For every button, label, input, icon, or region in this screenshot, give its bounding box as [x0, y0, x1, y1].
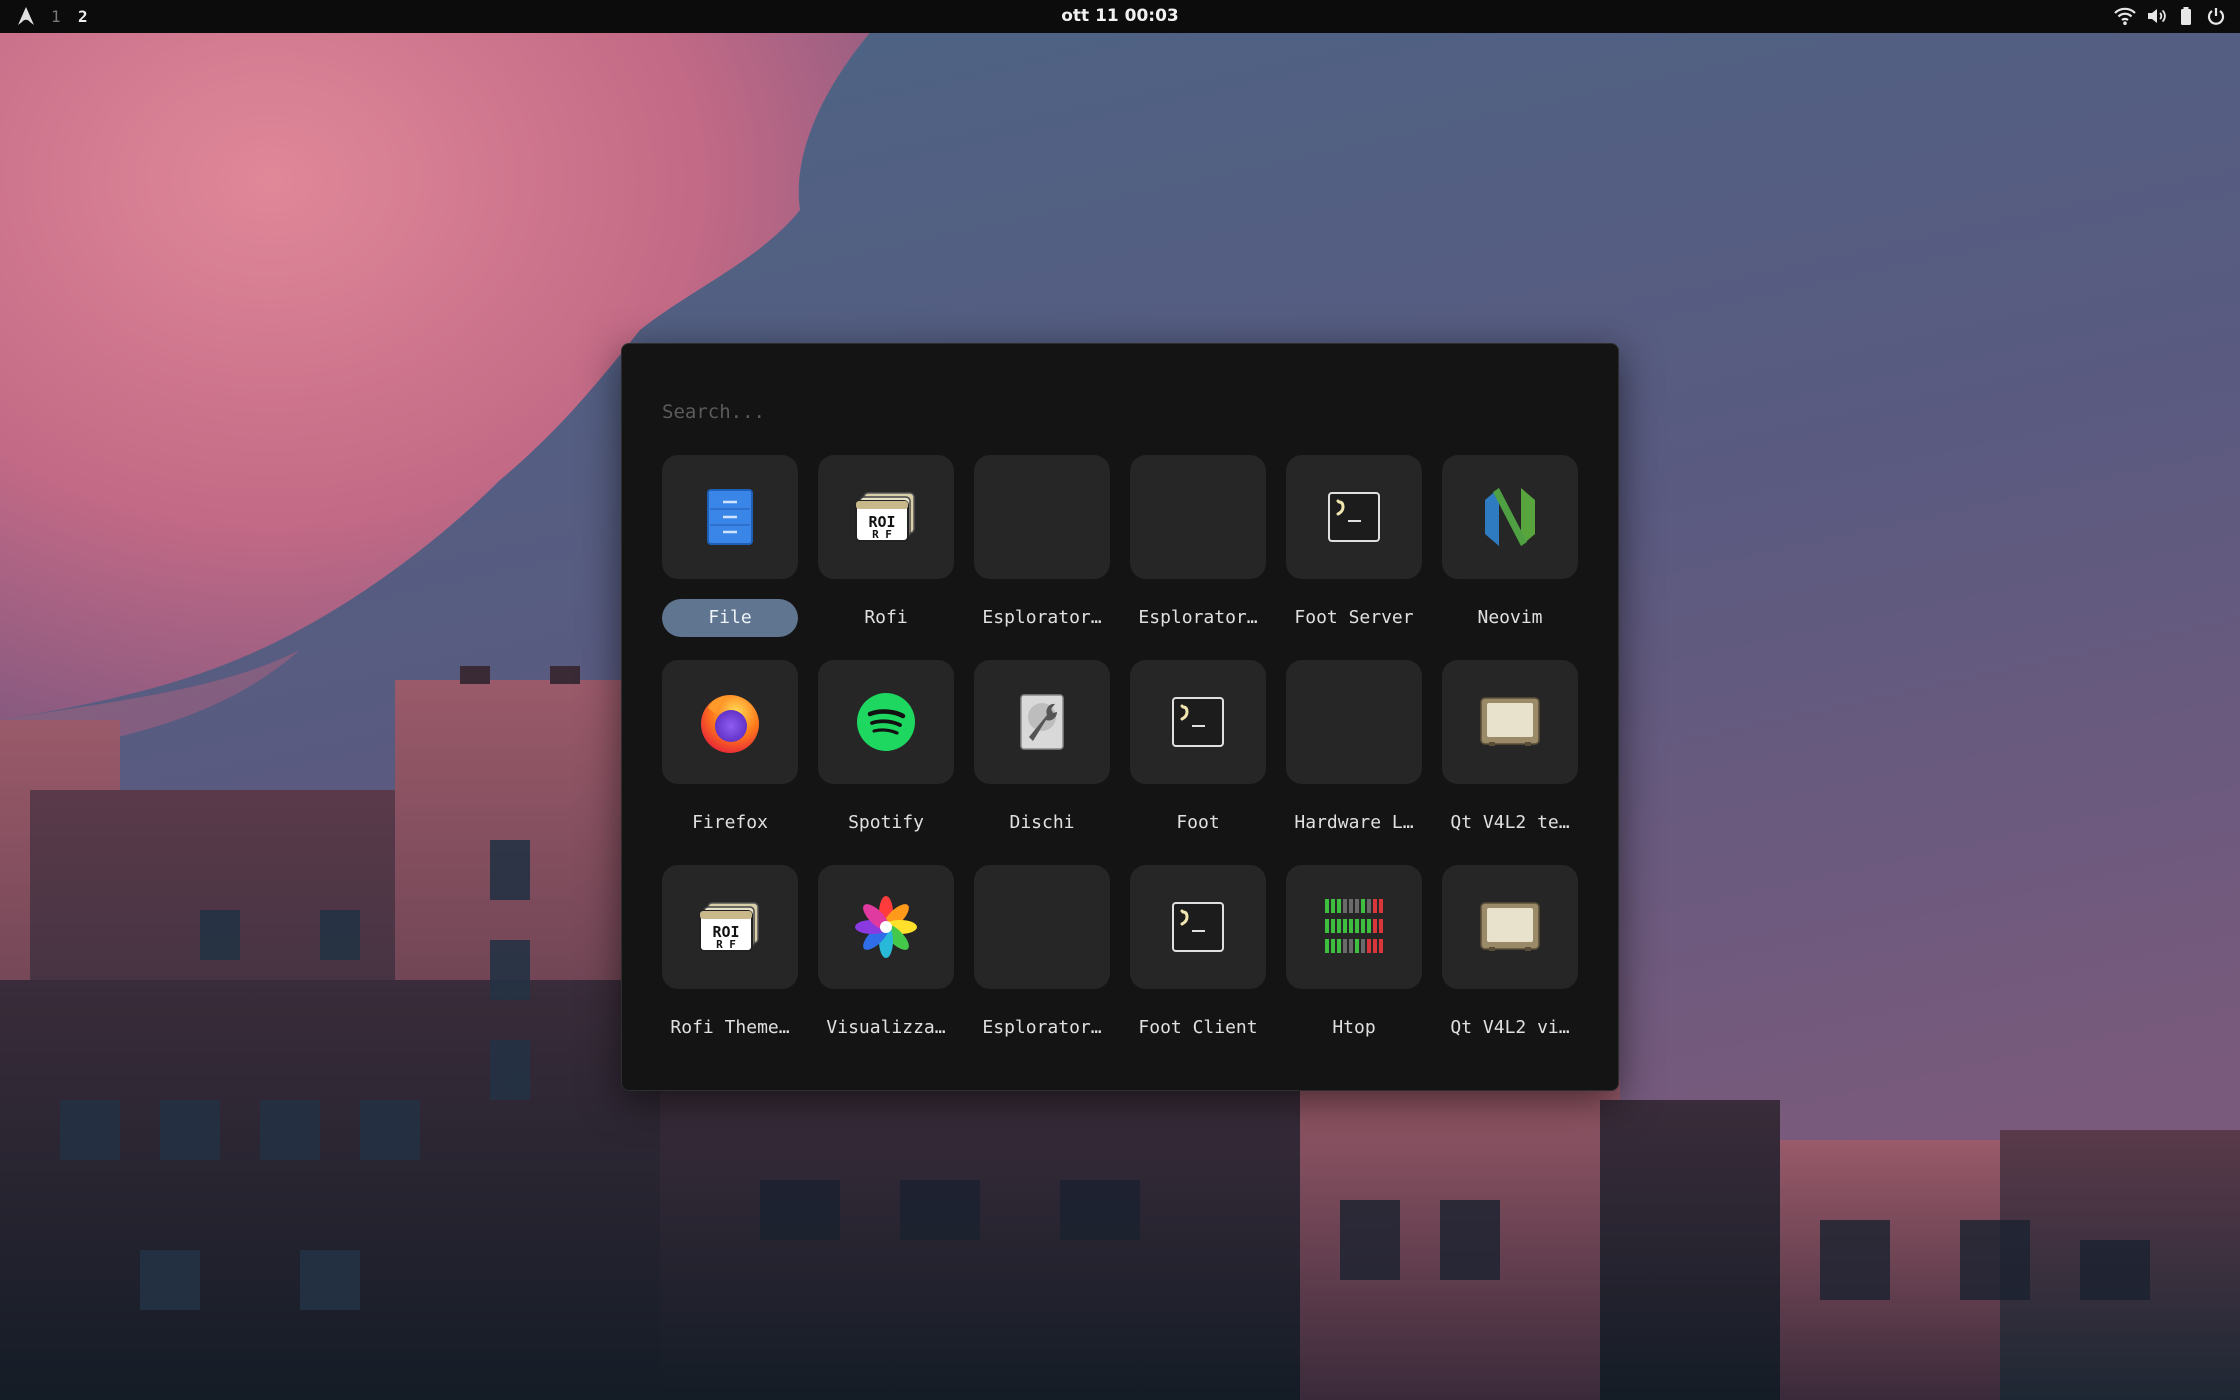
app-rofi[interactable]: ROI R F Rofi: [818, 455, 954, 645]
app-qt-v4l2-viewer[interactable]: Qt V4L2 vi…: [1442, 865, 1578, 1055]
app-label: Spotify: [848, 812, 924, 833]
app-image-viewer[interactable]: Visualizza…: [818, 865, 954, 1055]
workspace-1[interactable]: 1: [51, 7, 61, 26]
app-tile[interactable]: [1130, 865, 1266, 989]
app-label: Foot: [1176, 812, 1220, 833]
top-bar: 1 2 ott 11 00:03: [0, 0, 2240, 33]
app-label: Rofi: [864, 607, 908, 628]
volume-icon[interactable]: [2146, 6, 2168, 26]
app-hardware-locality[interactable]: Hardware L…: [1286, 660, 1422, 850]
app-tile[interactable]: ROI R F: [662, 865, 798, 989]
app-foot-client[interactable]: Foot Client: [1130, 865, 1266, 1055]
app-tile[interactable]: ROI R F: [818, 455, 954, 579]
app-label: Foot Client: [1138, 1017, 1258, 1038]
terminal-icon: [1328, 492, 1380, 542]
webcam-icon: [1480, 902, 1540, 951]
app-tile[interactable]: [1442, 865, 1578, 989]
spotify-icon: [857, 693, 915, 751]
app-tile[interactable]: [1130, 660, 1266, 784]
app-tile[interactable]: [974, 455, 1110, 579]
app-disks[interactable]: Dischi: [974, 660, 1110, 850]
app-tile[interactable]: [974, 865, 1110, 989]
webcam-icon: [1480, 697, 1540, 746]
app-tile[interactable]: [818, 865, 954, 989]
rofi-icon: ROI R F: [855, 492, 915, 542]
app-tile[interactable]: [1286, 865, 1422, 989]
app-label: Htop: [1332, 1017, 1376, 1038]
wifi-icon[interactable]: [2114, 6, 2136, 26]
app-label: File: [662, 599, 798, 637]
app-tile[interactable]: [818, 660, 954, 784]
workspace-2[interactable]: 2: [78, 7, 88, 26]
app-label: Firefox: [692, 812, 768, 833]
app-foot-server[interactable]: Foot Server: [1286, 455, 1422, 645]
htop-icon: [1323, 897, 1385, 957]
battery-icon[interactable]: [2179, 6, 2193, 26]
app-htop[interactable]: Htop: [1286, 865, 1422, 1055]
app-launcher: File ROI R F Rofi Esplorator… Esplorato: [621, 343, 1619, 1091]
terminal-icon: [1172, 697, 1224, 747]
app-firefox[interactable]: Firefox: [662, 660, 798, 850]
app-label: Esplorator…: [982, 1017, 1102, 1038]
app-explorer-3[interactable]: Esplorator…: [974, 865, 1110, 1055]
app-tile[interactable]: [1442, 660, 1578, 784]
app-label: Neovim: [1477, 607, 1543, 628]
app-label: Visualizza…: [826, 1017, 946, 1038]
app-label: Esplorator…: [982, 607, 1102, 628]
app-spotify[interactable]: Spotify: [818, 660, 954, 850]
app-qt-v4l2-test[interactable]: Qt V4L2 te…: [1442, 660, 1578, 850]
app-label: Hardware L…: [1294, 812, 1414, 833]
rofi-icon: ROI R F: [699, 902, 759, 952]
app-foot[interactable]: Foot: [1130, 660, 1266, 850]
app-rofi-theme[interactable]: ROI R F Rofi Theme…: [662, 865, 798, 1055]
power-icon[interactable]: [2206, 6, 2226, 26]
firefox-icon: [701, 695, 759, 753]
app-file[interactable]: File: [662, 455, 798, 645]
app-tile[interactable]: [662, 455, 798, 579]
app-tile[interactable]: [974, 660, 1110, 784]
file-manager-icon: [707, 489, 753, 545]
app-label: Foot Server: [1294, 607, 1414, 628]
app-label: Dischi: [1009, 812, 1075, 833]
app-tile[interactable]: [662, 660, 798, 784]
search-input[interactable]: [662, 394, 1562, 430]
arch-logo-icon[interactable]: [16, 6, 36, 26]
clock: ott 11 00:03: [1061, 6, 1179, 26]
terminal-icon: [1172, 902, 1224, 952]
app-tile[interactable]: [1286, 455, 1422, 579]
app-tile[interactable]: [1442, 455, 1578, 579]
app-neovim[interactable]: Neovim: [1442, 455, 1578, 645]
app-explorer-2[interactable]: Esplorator…: [1130, 455, 1266, 645]
svg-text:R F: R F: [716, 938, 736, 951]
disks-icon: [1020, 694, 1064, 750]
app-label: Qt V4L2 vi…: [1450, 1017, 1570, 1038]
neovim-icon: [1485, 488, 1535, 546]
image-viewer-icon: [855, 896, 917, 958]
app-label: Rofi Theme…: [670, 1017, 790, 1038]
app-tile[interactable]: [1130, 455, 1266, 579]
app-label: Esplorator…: [1138, 607, 1258, 628]
svg-text:R F: R F: [872, 528, 892, 541]
app-explorer-1[interactable]: Esplorator…: [974, 455, 1110, 645]
app-label: Qt V4L2 te…: [1450, 812, 1570, 833]
app-tile[interactable]: [1286, 660, 1422, 784]
